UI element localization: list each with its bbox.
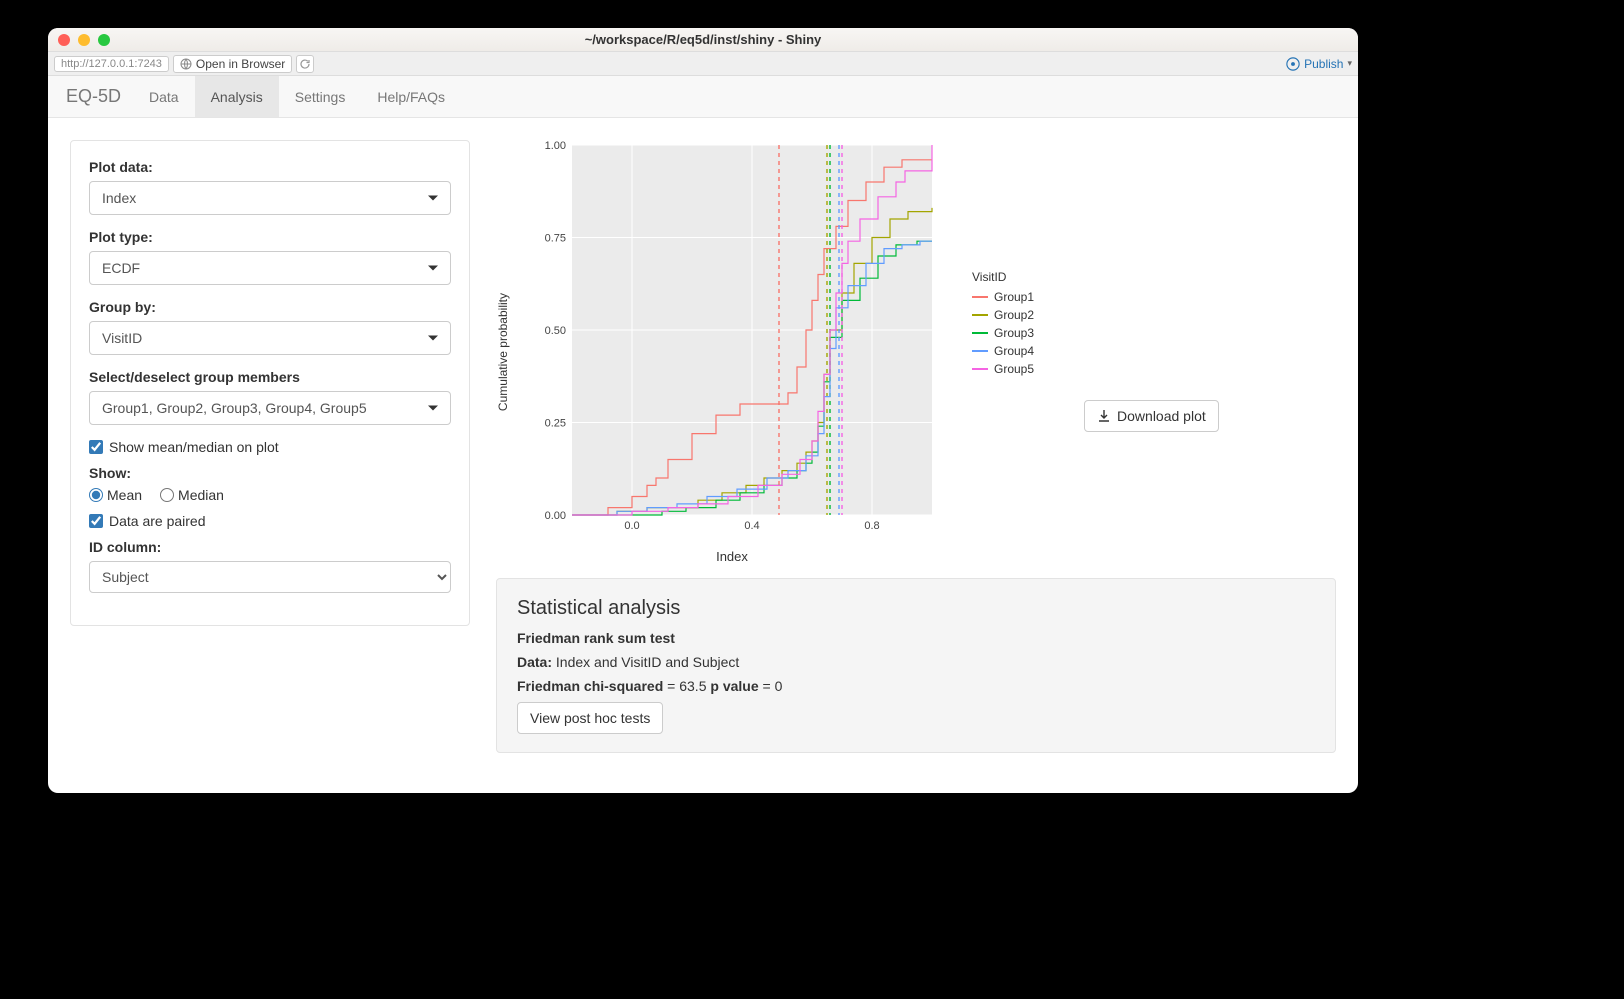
- plot-ylabel: Cumulative probability: [496, 293, 510, 411]
- legend-item: Group4: [972, 344, 1034, 358]
- titlebar: ~/workspace/R/eq5d/inst/shiny - Shiny: [48, 28, 1358, 52]
- plot-xlabel: Index: [522, 549, 942, 564]
- stats-data-value: Index and VisitID and Subject: [556, 654, 739, 670]
- open-in-browser-button[interactable]: Open in Browser: [173, 55, 292, 73]
- stats-test-name: Friedman rank sum test: [517, 630, 675, 646]
- download-icon: [1097, 409, 1111, 423]
- open-in-browser-label: Open in Browser: [196, 57, 285, 71]
- plot-data-select[interactable]: Index: [89, 181, 451, 215]
- plot-zone: Cumulative probability 0.00 0.25 0.50 0.75 1…: [496, 140, 1336, 564]
- stats-panel: Statistical analysis Friedman rank sum t…: [496, 578, 1336, 753]
- window-title: ~/workspace/R/eq5d/inst/shiny - Shiny: [48, 32, 1358, 47]
- legend-item: Group3: [972, 326, 1034, 340]
- chevron-down-icon: ▾: [1347, 58, 1352, 69]
- stats-pval-value: 0: [775, 678, 783, 694]
- data-paired-label: Data are paired: [109, 513, 206, 529]
- legend-item: Group2: [972, 308, 1034, 322]
- globe-icon: [180, 58, 192, 70]
- data-paired-input[interactable]: [89, 514, 103, 528]
- svg-text:0.50: 0.50: [545, 325, 566, 337]
- show-label: Show:: [89, 465, 451, 481]
- legend-title: VisitID: [972, 270, 1034, 284]
- radio-mean[interactable]: Mean: [89, 487, 142, 503]
- nav-tab-data[interactable]: Data: [133, 76, 195, 117]
- radio-median[interactable]: Median: [160, 487, 224, 503]
- nav-tab-help-faqs[interactable]: Help/FAQs: [361, 76, 461, 117]
- stats-chisq-value: 63.5: [679, 678, 706, 694]
- navbar: EQ-5D DataAnalysisSettingsHelp/FAQs: [48, 76, 1358, 118]
- stats-pval-label: p value: [710, 678, 758, 694]
- group-by-label: Group by:: [89, 299, 451, 315]
- plot-type-label: Plot type:: [89, 229, 451, 245]
- members-select[interactable]: Group1, Group2, Group3, Group4, Group5: [89, 391, 451, 425]
- ecdf-chart: 0.00 0.25 0.50 0.75 1.00 0.0 0.4 0.8: [522, 140, 942, 540]
- sidebar-panel: Plot data: Index Plot type: ECDF Group b…: [70, 140, 470, 626]
- members-label: Select/deselect group members: [89, 369, 451, 385]
- show-mean-median-input[interactable]: [89, 440, 103, 454]
- svg-text:1.00: 1.00: [545, 140, 566, 152]
- id-column-label: ID column:: [89, 539, 451, 555]
- url-field[interactable]: http://127.0.0.1:7243: [54, 56, 169, 72]
- plot-area: 0.00 0.25 0.50 0.75 1.00 0.0 0.4 0.8: [522, 140, 942, 545]
- radio-median-input[interactable]: [160, 488, 174, 502]
- nav-tab-settings[interactable]: Settings: [279, 76, 362, 117]
- svg-text:0.0: 0.0: [624, 520, 639, 532]
- svg-text:0.4: 0.4: [744, 520, 759, 532]
- plot-data-value: Index: [102, 190, 136, 206]
- data-paired-checkbox[interactable]: Data are paired: [89, 513, 451, 529]
- svg-text:0.25: 0.25: [545, 418, 566, 430]
- browser-toolbar: http://127.0.0.1:7243 Open in Browser Pu…: [48, 52, 1358, 76]
- plot-data-label: Plot data:: [89, 159, 451, 175]
- svg-text:0.8: 0.8: [864, 520, 879, 532]
- page-content: Plot data: Index Plot type: ECDF Group b…: [48, 118, 1358, 793]
- plot-type-select[interactable]: ECDF: [89, 251, 451, 285]
- legend-item: Group1: [972, 290, 1034, 304]
- brand[interactable]: EQ-5D: [66, 76, 133, 117]
- group-by-select[interactable]: VisitID: [89, 321, 451, 355]
- publish-label: Publish: [1304, 57, 1343, 71]
- id-column-select[interactable]: Subject: [89, 561, 451, 593]
- post-hoc-button[interactable]: View post hoc tests: [517, 702, 663, 734]
- show-radio-group: Mean Median: [89, 487, 451, 503]
- radio-mean-input[interactable]: [89, 488, 103, 502]
- svg-text:0.75: 0.75: [545, 233, 566, 245]
- stats-data-label: Data:: [517, 654, 552, 670]
- main-panel: Cumulative probability 0.000.250.500.751…: [496, 140, 1336, 771]
- publish-icon: [1286, 57, 1300, 71]
- app-window: ~/workspace/R/eq5d/inst/shiny - Shiny ht…: [48, 28, 1358, 793]
- publish-button[interactable]: Publish ▾: [1286, 57, 1352, 71]
- svg-text:0.00: 0.00: [545, 510, 566, 522]
- stats-chisq-label: Friedman chi-squared: [517, 678, 663, 694]
- show-mean-median-checkbox[interactable]: Show mean/median on plot: [89, 439, 451, 455]
- reload-button[interactable]: [296, 55, 314, 73]
- post-hoc-label: View post hoc tests: [530, 710, 650, 726]
- plot-legend: VisitID Group1 Group2 Group3 Group4 Group5: [972, 270, 1034, 380]
- nav-tab-analysis[interactable]: Analysis: [195, 76, 279, 117]
- reload-icon: [299, 58, 311, 70]
- stats-heading: Statistical analysis: [517, 597, 1315, 620]
- show-mean-median-label: Show mean/median on plot: [109, 439, 279, 455]
- plot-type-value: ECDF: [102, 260, 140, 276]
- download-plot-label: Download plot: [1117, 408, 1206, 424]
- download-plot-button[interactable]: Download plot: [1084, 400, 1219, 432]
- group-by-value: VisitID: [102, 330, 142, 346]
- members-value: Group1, Group2, Group3, Group4, Group5: [102, 400, 367, 416]
- legend-item: Group5: [972, 362, 1034, 376]
